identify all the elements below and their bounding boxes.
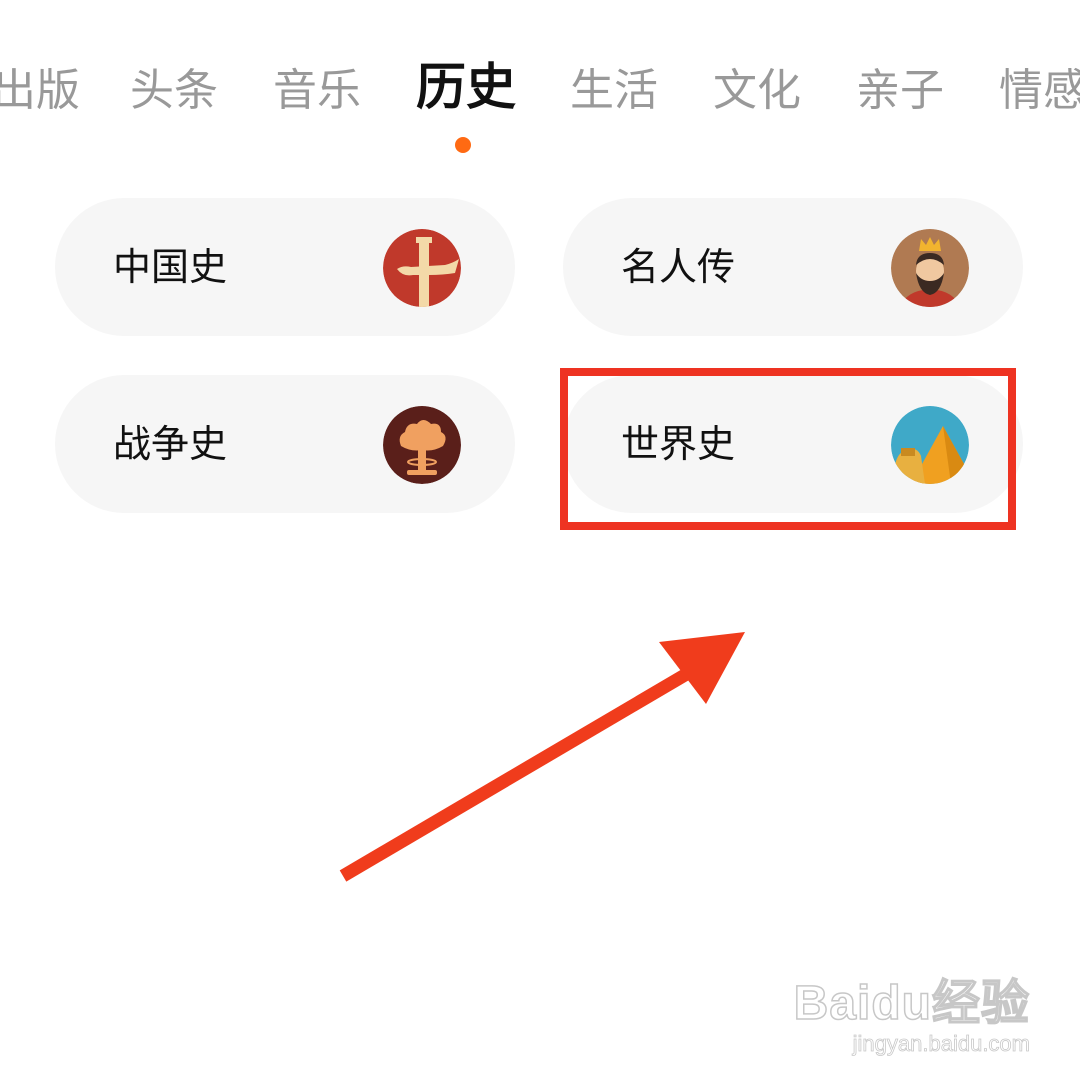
category-tab-bar: 出版 头条 音乐 历史 生活 文化 亲子 情感 <box>0 58 1080 128</box>
tab-emotion[interactable]: 情感 <box>999 58 1080 124</box>
mushroom-cloud-icon <box>383 406 461 484</box>
active-tab-indicator <box>455 137 471 153</box>
tab-history[interactable]: 历史 <box>416 54 516 120</box>
tab-parenting[interactable]: 亲子 <box>856 58 944 124</box>
category-label: 中国史 <box>113 245 228 289</box>
king-portrait-icon <box>891 229 969 307</box>
category-biography[interactable]: 名人传 <box>563 198 1023 336</box>
pointer-arrow-icon <box>339 632 745 882</box>
tab-life[interactable]: 生活 <box>570 58 658 124</box>
chinese-pillar-icon <box>383 229 461 307</box>
category-label: 名人传 <box>621 245 736 289</box>
pyramid-sphinx-icon <box>891 406 969 484</box>
tab-culture[interactable]: 文化 <box>713 58 801 124</box>
watermark-logo: Baidu经验 <box>793 977 1030 1031</box>
category-chinese-history[interactable]: 中国史 <box>55 198 515 336</box>
tab-publishing[interactable]: 出版 <box>0 58 80 124</box>
tab-headlines[interactable]: 头条 <box>130 58 218 124</box>
category-world-history[interactable]: 世界史 <box>563 375 1023 513</box>
category-label: 世界史 <box>621 422 736 466</box>
watermark-url: jingyan.baidu.com <box>852 1031 1030 1057</box>
baidu-jingyan-watermark: Baidu经验 jingyan.baidu.com <box>793 977 1030 1058</box>
tab-music[interactable]: 音乐 <box>273 58 361 124</box>
page: 出版 头条 音乐 历史 生活 文化 亲子 情感 中国史 名人传 战争史 世界史 … <box>0 0 1080 1080</box>
category-label: 战争史 <box>113 422 228 466</box>
category-war-history[interactable]: 战争史 <box>55 375 515 513</box>
